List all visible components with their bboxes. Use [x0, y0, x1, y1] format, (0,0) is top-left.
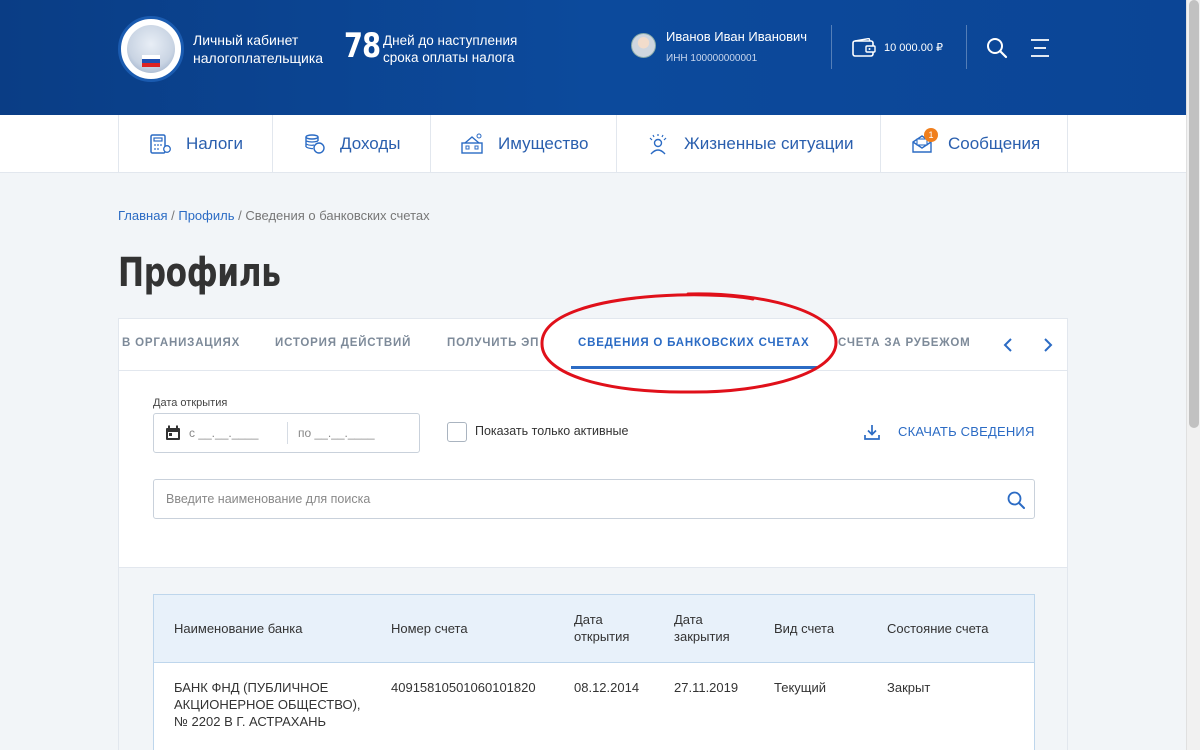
chevron-left-icon[interactable] — [999, 335, 1017, 355]
table-row[interactable]: БАНК ФНД (ПУБЛИЧНОЕ АКЦИОНЕРНОЕ ОБЩЕСТВО… — [154, 663, 1034, 750]
cell-account-type: Текущий — [774, 680, 826, 695]
calendar-icon[interactable] — [165, 425, 181, 441]
menu-icon[interactable] — [1028, 36, 1052, 60]
date-filter-label: Дата открытия — [153, 397, 228, 409]
page-scrollbar[interactable] — [1186, 0, 1200, 750]
tab-action-history[interactable]: ИСТОРИЯ ДЕЙСТВИЙ — [275, 337, 411, 349]
download-button[interactable]: СКАЧАТЬ СВЕДЕНИЯ — [898, 424, 1035, 439]
scrollbar-thumb[interactable] — [1189, 0, 1199, 428]
page-title: Профиль — [118, 250, 281, 296]
house-icon — [461, 133, 483, 154]
cell-close-date: 27.11.2019 — [674, 680, 739, 695]
messages-count-badge: 1 — [924, 128, 938, 142]
active-only-label[interactable]: Показать только активные — [475, 424, 628, 438]
bank-accounts-table: Наименование банка Номер счета Дата откры… — [153, 594, 1035, 750]
user-inn: ИНН 100000000001 — [666, 53, 758, 64]
balance-amount[interactable]: 10 000.00 ₽ — [884, 41, 943, 54]
nav-item-messages[interactable]: 1 Сообщения — [880, 115, 1068, 173]
main-nav: Налоги Доходы Имущество Жизненные ситуац… — [0, 115, 1186, 173]
tab-bank-accounts[interactable]: СВЕДЕНИЯ О БАНКОВСКИХ СЧЕТАХ — [578, 337, 809, 349]
header-divider — [831, 25, 832, 69]
column-header-close-date[interactable]: Дата закрытия — [674, 611, 730, 645]
chevron-right-icon[interactable] — [1039, 335, 1057, 355]
active-tab-indicator — [571, 366, 817, 369]
user-name[interactable]: Иванов Иван Иванович — [666, 29, 807, 44]
fns-logo[interactable] — [118, 16, 184, 82]
date-range-field: с __.__.____ по __.__.____ — [153, 413, 420, 453]
search-placeholder: Введите наименование для поиска — [166, 492, 371, 506]
cell-account-status: Закрыт — [887, 680, 931, 695]
wallet-icon[interactable] — [852, 38, 876, 58]
column-header-type[interactable]: Вид счета — [774, 620, 834, 637]
breadcrumb-profile[interactable]: Профиль — [178, 208, 234, 223]
table-header: Наименование банка Номер счета Дата откры… — [154, 595, 1034, 663]
active-only-checkbox[interactable] — [447, 422, 467, 442]
profile-tabs: В ОРГАНИЗАЦИЯХ ИСТОРИЯ ДЕЙСТВИЙ ПОЛУЧИТЬ… — [119, 319, 1067, 371]
nav-item-property[interactable]: Имущество — [430, 115, 616, 173]
nav-item-income[interactable]: Доходы — [272, 115, 430, 173]
cell-bank-name: БАНК ФНД (ПУБЛИЧНОЕ АКЦИОНЕРНОЕ ОБЩЕСТВО… — [174, 680, 361, 729]
download-icon[interactable] — [863, 423, 881, 441]
nav-item-life-situations[interactable]: Жизненные ситуации — [616, 115, 880, 173]
search-icon[interactable] — [985, 36, 1009, 60]
person-icon — [649, 134, 667, 155]
eagle-emblem-icon — [127, 25, 175, 73]
cell-open-date: 08.12.2014 — [574, 680, 640, 695]
header-divider — [966, 25, 967, 69]
date-to-input[interactable]: по __.__.____ — [298, 426, 375, 440]
column-header-bank[interactable]: Наименование банка — [174, 620, 303, 637]
profile-card: В ОРГАНИЗАЦИЯХ ИСТОРИЯ ДЕЙСТВИЙ ПОЛУЧИТЬ… — [118, 318, 1068, 750]
coins-icon — [305, 134, 325, 154]
days-counter: 78 — [344, 26, 381, 66]
breadcrumb-home[interactable]: Главная — [118, 208, 167, 223]
nav-item-taxes[interactable]: Налоги — [118, 115, 272, 173]
calculator-icon — [150, 134, 171, 154]
search-icon[interactable] — [1006, 490, 1026, 510]
column-header-account[interactable]: Номер счета — [391, 620, 468, 637]
breadcrumb-current: Сведения о банковских счетах — [245, 208, 430, 223]
tab-get-ep[interactable]: ПОЛУЧИТЬ ЭП — [447, 337, 539, 349]
avatar[interactable] — [631, 33, 656, 58]
breadcrumb: Главная / Профиль / Сведения о банковски… — [118, 208, 430, 223]
search-input[interactable]: Введите наименование для поиска — [153, 479, 1035, 519]
date-from-input[interactable]: с __.__.____ — [189, 426, 258, 440]
cabinet-title[interactable]: Личный кабинет налогоплательщика — [193, 31, 323, 67]
cell-account-number: 40915810501060101820 — [391, 680, 536, 695]
tab-foreign-accounts[interactable]: СЧЕТА ЗА РУБЕЖОМ — [838, 337, 970, 349]
column-header-status[interactable]: Состояние счета — [887, 620, 988, 637]
tab-in-organizations[interactable]: В ОРГАНИЗАЦИЯХ — [122, 337, 240, 349]
column-header-open-date[interactable]: Дата открытия — [574, 611, 629, 645]
days-caption: Дней до наступления срока оплаты налога — [383, 33, 518, 65]
site-header: Личный кабинет налогоплательщика 78 Дней… — [0, 0, 1186, 115]
